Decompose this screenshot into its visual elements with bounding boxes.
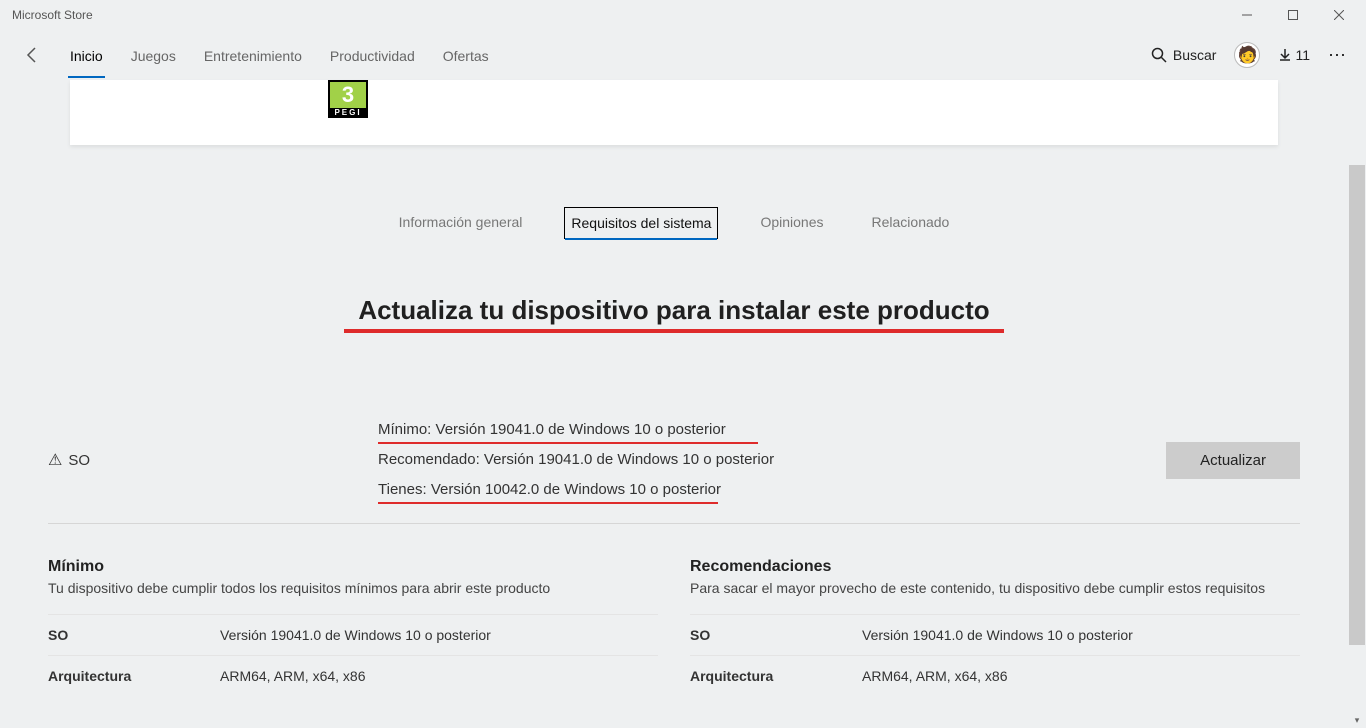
warning-icon: ⚠ [48, 450, 62, 470]
headline: Actualiza tu dispositivo para instalar e… [354, 295, 993, 329]
req-min: Mínimo: Versión 19041.0 de Windows 10 o … [378, 419, 1166, 441]
nav-tabs: Inicio Juegos Entretenimiento Productivi… [70, 34, 489, 76]
tab-reviews[interactable]: Opiniones [754, 207, 829, 239]
nav-tab-productividad[interactable]: Productividad [330, 34, 415, 76]
pegi-number: 3 [328, 80, 368, 108]
min-title: Mínimo [48, 558, 658, 576]
req-rec: Recomendado: Versión 19041.0 de Windows … [378, 449, 1166, 471]
search-button[interactable]: Buscar [1151, 47, 1217, 63]
nav-tab-inicio[interactable]: Inicio [70, 34, 103, 76]
user-avatar[interactable]: 🧑 [1234, 42, 1260, 68]
min-column: Mínimo Tu dispositivo debe cumplir todos… [48, 558, 658, 696]
title-bar: Microsoft Store [0, 0, 1366, 30]
annotation-underline [378, 502, 718, 505]
nav-tab-entretenimiento[interactable]: Entretenimiento [204, 34, 302, 76]
so-cell: ⚠ SO [48, 450, 378, 470]
scrollbar[interactable]: ▾ [1348, 80, 1366, 728]
maximize-button[interactable] [1270, 0, 1316, 30]
right-tools: Buscar 🧑 11 ⋯ [1151, 42, 1354, 68]
tab-overview[interactable]: Información general [393, 207, 529, 239]
search-label: Buscar [1173, 47, 1217, 63]
window-title: Microsoft Store [12, 8, 1224, 22]
content: 3 PEGI Información general Requisitos de… [0, 80, 1348, 728]
search-icon [1151, 47, 1167, 63]
so-label: SO [68, 452, 90, 469]
min-subtitle: Tu dispositivo debe cumplir todos los re… [48, 580, 658, 596]
spec-row: SO Versión 19041.0 de Windows 10 o poste… [690, 614, 1300, 655]
tab-system-requirements[interactable]: Requisitos del sistema [564, 207, 718, 239]
scroll-down-arrow[interactable]: ▾ [1349, 712, 1365, 728]
spec-row: Arquitectura ARM64, ARM, x64, x86 [690, 655, 1300, 696]
nav-tab-juegos[interactable]: Juegos [131, 34, 176, 76]
window-controls [1224, 0, 1362, 30]
rec-column: Recomendaciones Para sacar el mayor prov… [690, 558, 1300, 696]
specs-columns: Mínimo Tu dispositivo debe cumplir todos… [0, 524, 1348, 696]
more-button[interactable]: ⋯ [1328, 45, 1348, 66]
update-button[interactable]: Actualizar [1166, 442, 1300, 479]
req-have: Tienes: Versión 10042.0 de Windows 10 o … [378, 479, 1166, 501]
spec-row: SO Versión 19041.0 de Windows 10 o poste… [48, 614, 658, 655]
section-tabs: Información general Requisitos del siste… [0, 207, 1348, 239]
minimize-button[interactable] [1224, 0, 1270, 30]
headline-wrap: Actualiza tu dispositivo para instalar e… [0, 295, 1348, 329]
downloads-count: 11 [1295, 47, 1310, 63]
download-icon [1278, 48, 1292, 62]
product-card: 3 PEGI [70, 80, 1278, 145]
top-nav: Inicio Juegos Entretenimiento Productivi… [0, 30, 1366, 80]
back-button[interactable] [12, 35, 52, 75]
annotation-underline [378, 442, 758, 445]
downloads-indicator[interactable]: 11 [1278, 47, 1310, 63]
pegi-label: PEGI [328, 108, 368, 118]
pegi-rating: 3 PEGI [328, 80, 368, 118]
requirement-lines: Mínimo: Versión 19041.0 de Windows 10 o … [378, 419, 1166, 501]
nav-tab-ofertas[interactable]: Ofertas [443, 34, 489, 76]
tab-related[interactable]: Relacionado [866, 207, 956, 239]
spec-row: Arquitectura ARM64, ARM, x64, x86 [48, 655, 658, 696]
rec-title: Recomendaciones [690, 558, 1300, 576]
requirement-row: ⚠ SO Mínimo: Versión 19041.0 de Windows … [48, 419, 1300, 524]
rec-subtitle: Para sacar el mayor provecho de este con… [690, 580, 1300, 596]
scrollbar-thumb[interactable] [1349, 165, 1365, 645]
close-button[interactable] [1316, 0, 1362, 30]
